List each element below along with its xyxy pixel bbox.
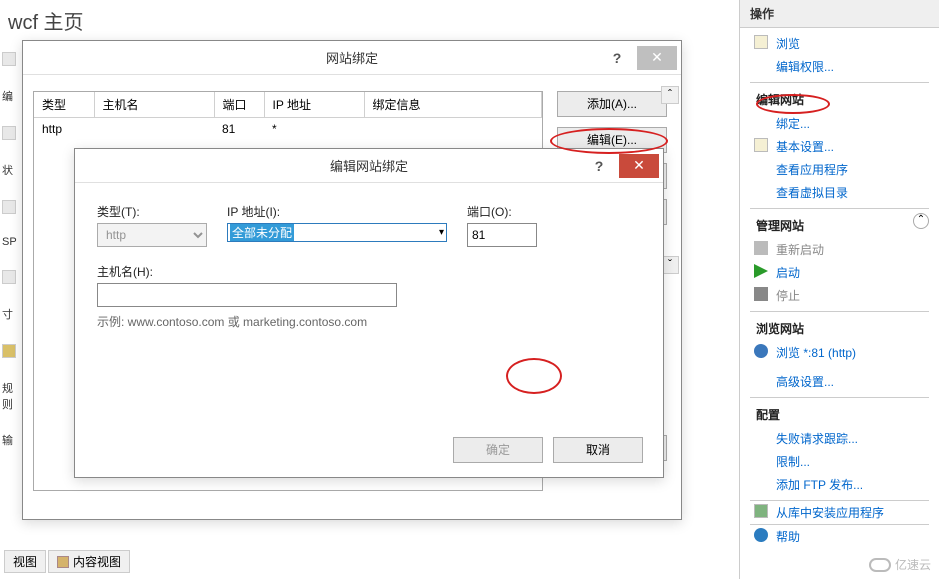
table-row[interactable]: http 81 * bbox=[34, 118, 542, 141]
action-view-vdirs[interactable]: 查看虚拟目录 bbox=[740, 181, 939, 204]
action-start[interactable]: 启动 bbox=[740, 261, 939, 284]
scroll-up-arrow[interactable]: ˆ bbox=[661, 86, 679, 104]
col-host[interactable]: 主机名 bbox=[94, 92, 214, 118]
gutter-icon bbox=[2, 52, 16, 66]
help-icon bbox=[754, 528, 768, 542]
section-browse-site: 浏览网站 bbox=[740, 316, 939, 341]
dialog-titlebar[interactable]: 编辑网站绑定 ? ✕ bbox=[75, 149, 663, 183]
action-browse[interactable]: 浏览 bbox=[740, 32, 939, 55]
col-ip[interactable]: IP 地址 bbox=[264, 92, 364, 118]
page-title: wcf 主页 bbox=[0, 0, 732, 45]
port-label: 端口(O): bbox=[467, 203, 537, 220]
edit-binding-dialog: 编辑网站绑定 ? ✕ 类型(T): http IP 地址(I): 全部未分配 ▾ bbox=[74, 148, 664, 478]
chevron-down-icon[interactable]: ▾ bbox=[439, 227, 444, 238]
help-button[interactable]: ? bbox=[601, 50, 633, 66]
cancel-button[interactable]: 取消 bbox=[553, 437, 643, 463]
action-bindings[interactable]: 绑定... bbox=[740, 112, 939, 135]
watermark-text: 亿速云 bbox=[895, 556, 931, 573]
port-input[interactable] bbox=[467, 223, 537, 247]
gutter-label: 状 bbox=[2, 162, 18, 178]
action-label: 启动 bbox=[776, 266, 800, 280]
add-button[interactable]: 添加(A)... bbox=[557, 91, 667, 117]
host-label: 主机名(H): bbox=[97, 263, 641, 280]
gutter-label: 编 bbox=[2, 88, 18, 104]
action-label: 重新启动 bbox=[776, 243, 824, 257]
action-stop[interactable]: 停止 bbox=[740, 284, 939, 307]
actions-pane: 操作 浏览 编辑权限... 编辑网站 绑定... 基本设置... 查看应用程序 … bbox=[739, 0, 939, 579]
tab-features[interactable]: 视图 bbox=[4, 550, 46, 573]
action-label: 浏览 bbox=[776, 37, 800, 51]
ok-button[interactable]: 确定 bbox=[453, 437, 543, 463]
cell-ip: * bbox=[264, 118, 364, 141]
gutter-icon bbox=[2, 270, 16, 284]
content-icon bbox=[57, 556, 69, 568]
section-edit-site: 编辑网站 bbox=[740, 87, 939, 112]
action-label: 浏览 *:81 (http) bbox=[776, 346, 856, 360]
cell-host bbox=[94, 118, 214, 141]
type-label: 类型(T): bbox=[97, 203, 207, 220]
action-basic-settings[interactable]: 基本设置... bbox=[740, 135, 939, 158]
watermark-icon bbox=[869, 558, 891, 572]
dialog-titlebar[interactable]: 网站绑定 ? ✕ bbox=[23, 41, 681, 75]
action-add-ftp[interactable]: 添加 FTP 发布... bbox=[740, 473, 939, 496]
cell-type: http bbox=[34, 118, 94, 141]
action-failed-req[interactable]: 失败请求跟踪... bbox=[740, 427, 939, 450]
close-button[interactable]: ✕ bbox=[619, 154, 659, 178]
action-label: 停止 bbox=[776, 289, 800, 303]
gutter-label: SP bbox=[2, 236, 18, 248]
cell-port: 81 bbox=[214, 118, 264, 141]
col-type[interactable]: 类型 bbox=[34, 92, 94, 118]
stop-icon bbox=[754, 287, 768, 301]
action-label: 从库中安装应用程序 bbox=[776, 506, 884, 520]
cell-info bbox=[364, 118, 542, 141]
help-button[interactable]: ? bbox=[583, 158, 615, 174]
ip-value: 全部未分配 bbox=[230, 224, 294, 241]
play-icon bbox=[754, 264, 768, 278]
browse-icon bbox=[754, 35, 768, 49]
type-select: http bbox=[97, 223, 207, 247]
tab-content[interactable]: 内容视图 bbox=[48, 550, 130, 573]
settings-icon bbox=[754, 138, 768, 152]
action-label: 帮助 bbox=[776, 530, 800, 544]
section-manage-site: 管理网站 bbox=[740, 213, 939, 238]
collapse-icon[interactable]: ⌃ bbox=[913, 213, 929, 229]
dialog-title: 编辑网站绑定 bbox=[330, 156, 408, 175]
dialog-title: 网站绑定 bbox=[326, 48, 378, 67]
table-header-row: 类型 主机名 端口 IP 地址 绑定信息 bbox=[34, 92, 542, 118]
gutter-label: 输 bbox=[2, 432, 18, 448]
gutter-icon bbox=[2, 200, 16, 214]
watermark: 亿速云 bbox=[869, 556, 931, 573]
action-install-gallery[interactable]: 从库中安装应用程序 bbox=[740, 501, 939, 524]
action-limits[interactable]: 限制... bbox=[740, 450, 939, 473]
gutter-label: 寸 bbox=[2, 306, 18, 322]
host-input[interactable] bbox=[97, 283, 397, 307]
gallery-icon bbox=[754, 504, 768, 518]
gutter-icon bbox=[2, 126, 16, 140]
host-example: 示例: www.contoso.com 或 marketing.contoso.… bbox=[97, 313, 641, 330]
col-port[interactable]: 端口 bbox=[214, 92, 264, 118]
tab-label: 内容视图 bbox=[73, 553, 121, 570]
action-edit-permissions[interactable]: 编辑权限... bbox=[740, 55, 939, 78]
ip-select[interactable]: 全部未分配 ▾ bbox=[227, 223, 447, 242]
action-help[interactable]: 帮助 bbox=[740, 525, 939, 548]
col-info[interactable]: 绑定信息 bbox=[364, 92, 542, 118]
action-view-apps[interactable]: 查看应用程序 bbox=[740, 158, 939, 181]
globe-icon bbox=[754, 344, 768, 358]
action-restart[interactable]: 重新启动 bbox=[740, 238, 939, 261]
gutter-icon bbox=[2, 344, 16, 358]
left-gutter: 编 状 SP 寸 规则 输 bbox=[0, 30, 18, 480]
action-advanced[interactable]: 高级设置... bbox=[740, 370, 939, 393]
actions-header: 操作 bbox=[740, 0, 939, 28]
action-label: 基本设置... bbox=[776, 140, 834, 154]
restart-icon bbox=[754, 241, 768, 255]
gutter-label: 规则 bbox=[2, 380, 18, 412]
tab-label: 视图 bbox=[13, 553, 37, 570]
section-config: 配置 bbox=[740, 402, 939, 427]
action-browse-81[interactable]: 浏览 *:81 (http) bbox=[740, 341, 939, 364]
close-button[interactable]: ✕ bbox=[637, 46, 677, 70]
ip-label: IP 地址(I): bbox=[227, 203, 447, 220]
